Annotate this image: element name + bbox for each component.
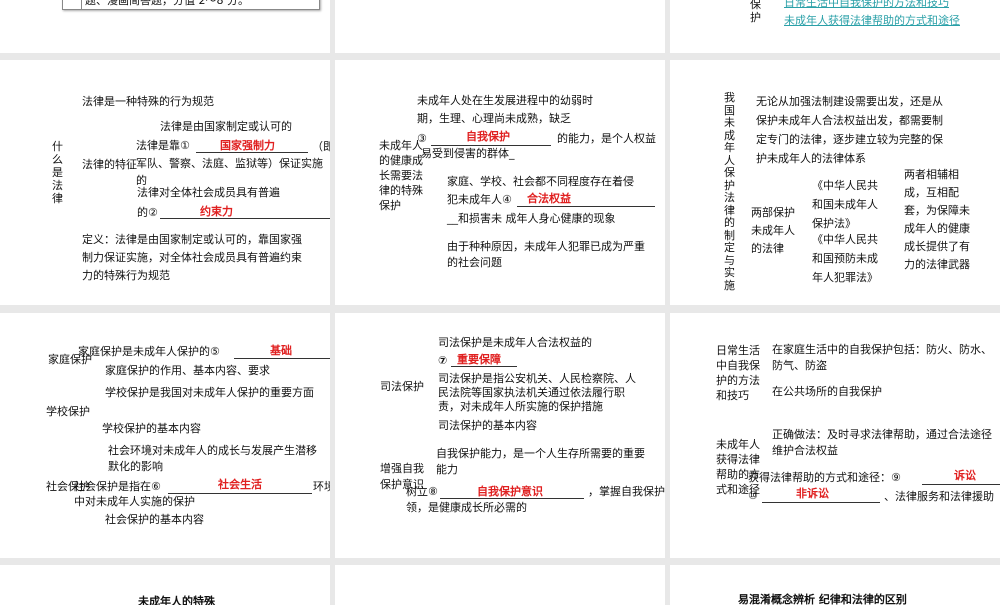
text-line: 法律对全体社会成员具有普遍: [137, 186, 280, 199]
text-line: __和损害未 成年人身心健康的现象: [447, 212, 616, 225]
slide-thumbnail[interactable]: [335, 0, 665, 53]
slide-thumbnail[interactable]: 家庭保护 家庭保护是未成年人保护的⑤ 基础 家庭保护的作用、基本内容、要求 学校…: [0, 313, 330, 558]
answer-blank: [762, 502, 880, 503]
answer-blank: [517, 206, 655, 207]
text-line: 环境: [313, 480, 330, 493]
text-line: 由于种种原因，未成年人犯罪已成为严重的社会问题: [447, 240, 645, 269]
text-line: 在公共场所的自我保护: [772, 385, 882, 398]
text-line: 学校保护是我国对未成年人保护的重要方面: [105, 386, 314, 399]
category-label: 学校保护: [46, 405, 90, 418]
answer-blank: [922, 484, 1000, 485]
text-line: 树立⑧: [406, 485, 438, 498]
answer-text: 合法权益: [527, 192, 571, 205]
slide-thumbnail[interactable]: 司法保护 司法保护是未成年人合法权益的 ⑦ 重要保障 司法保护是指公安机关、人民…: [335, 313, 665, 558]
category-label: 司法保护: [380, 380, 424, 393]
slide-thumbnail[interactable]: 我国未成年人保护法律的制定与实施 无论从加强法制建设需要出发，还是从保护未成年人…: [670, 60, 1000, 305]
text-line: ③: [417, 132, 427, 145]
text-line: 领，是健康成长所必需的: [406, 501, 527, 514]
slide-thumbnail[interactable]: 保护 日常生活中自我保护的方法和技巧 未成年人获得法律帮助的方式和途径: [670, 0, 1000, 53]
link-legal-help[interactable]: 未成年人获得法律帮助的方式和途径: [784, 12, 960, 28]
text-line: 易混淆概念辨析 纪律和法律的区别: [738, 593, 907, 605]
text-line: 家庭、学校、社会都不同程度存在着侵: [447, 175, 634, 188]
definition-text: 定义：法律是由国家制定或认可的，靠国家强制力保证实施，对全体社会成员具有普遍约束…: [82, 233, 302, 282]
slide-thumbnail[interactable]: 什么是法律 法律是一种特殊的行为规范 法律是由国家制定或认可的 法律的特征 法律…: [0, 60, 330, 305]
link-daily-self-protection[interactable]: 日常生活中自我保护的方法和技巧: [784, 0, 949, 10]
answer-text: 基础: [270, 344, 292, 357]
text-line: 司法保护是指公安机关、人民检察院、人民法院等国家执法机关通过依法履行职责，对未成…: [438, 372, 636, 413]
text-line: 司法保护的基本内容: [438, 419, 537, 432]
text-line: 法律是由国家制定或认可的: [160, 120, 292, 133]
text-line: ，掌握自我保护本: [588, 485, 665, 498]
text-block: 两者相辅相成，互相配套，为保障未成年人的健康成长提供了有力的法律武器: [904, 168, 970, 271]
slide-thumbnail[interactable]: [335, 565, 665, 605]
answer-blank: [234, 358, 330, 359]
slide-title-vertical: 什么是法律: [52, 140, 63, 205]
slide-thumbnail[interactable]: 题、漫画简答题，分值 2～8 分。: [0, 0, 330, 53]
intro-text: 无论从加强法制建设需要出发，还是从保护未成年人合法权益出发，都需要制定专门的法律…: [756, 95, 943, 165]
answer-text: 非诉讼: [796, 487, 829, 500]
slide-thumbnail[interactable]: 易混淆概念辨析 纪律和法律的区别: [670, 565, 1000, 605]
answer-text: 社会生活: [218, 478, 262, 491]
text-line: 易受到侵害的群体_: [421, 147, 515, 160]
text-line: 中对未成年人实施的保护: [74, 495, 195, 508]
text-line: 在家庭生活中的自我保护包括：防火、防水、防气、防盗: [772, 343, 992, 372]
text-line: 法律的特征: [82, 158, 137, 171]
text-line: 社会保护的基本内容: [105, 513, 204, 526]
side-label: 保护: [750, 0, 761, 24]
text-line: 的能力，是个人权益: [557, 132, 656, 145]
text-line: ⑩: [748, 489, 758, 502]
answer-text: 自我保护意识: [477, 485, 543, 498]
text-line: 社会环境对未成年人的成长与发展产生潜移默化的影响: [108, 444, 317, 473]
answer-text: 重要保障: [457, 353, 501, 366]
side-label: 我国未成年人保护法律的制定与实施: [724, 91, 735, 292]
answer-text: 诉讼: [954, 469, 976, 482]
text-line: 家庭保护是未成年人保护的⑤: [78, 345, 220, 358]
slide-thumbnail[interactable]: 未成年人的特殊: [0, 565, 330, 605]
text-line: 、法律服务和法律援助: [884, 490, 994, 503]
text-line: ⑦: [438, 354, 448, 367]
text-line: 学校保护的基本内容: [102, 422, 201, 435]
text-line: 获得法律帮助的方式和途径：⑨: [748, 471, 901, 484]
exam-info-text: 题、漫画简答题，分值 2～8 分。: [85, 0, 249, 7]
text-line: 法律是一种特殊的行为规范: [82, 95, 214, 108]
slide-thumbnail[interactable]: 日常生活中自我保护的方法和技巧 在家庭生活中的自我保护包括：防火、防水、防气、防…: [670, 313, 1000, 558]
law-name: 《中华人民共和国未成年人保护法》: [812, 179, 878, 230]
law-name: 《中华人民共和国预防未成年人犯罪法》: [812, 233, 878, 284]
text-line: 自我保护能力，是一个人生存所需要的重要能力: [436, 447, 645, 476]
text-line: 犯未成年人④: [447, 193, 512, 206]
text-line: （即军队、警察、法庭、监狱等）保证实施的: [136, 140, 330, 187]
text-line: 社会保护是指在⑥: [74, 480, 161, 493]
answer-text: 自我保护: [466, 130, 510, 143]
text-line: 的②: [137, 206, 158, 219]
text-line: 司法保护是未成年人合法权益的: [438, 336, 592, 349]
box-divider: [81, 0, 82, 9]
text-line: 期，生理、心理尚未成熟，缺乏: [417, 112, 571, 125]
category-label: 日常生活中自我保护的方法和技巧: [716, 344, 760, 402]
exam-info-box: 题、漫画简答题，分值 2～8 分。: [62, 0, 320, 10]
text-line: 正确做法：及时寻求法律帮助，通过合法途径维护合法权益: [772, 428, 992, 457]
slide-thumbnail[interactable]: 未成年人的健康成长需要法律的特殊保护 未成年人处在生发展进程中的幼弱时 期，生理…: [335, 60, 665, 305]
text-block: 两部保护未成年人的法律: [751, 206, 795, 255]
text-line: 家庭保护的作用、基本内容、要求: [105, 364, 270, 377]
answer-blank: [160, 218, 330, 219]
answer-text: 约束力: [200, 205, 233, 218]
text-line: 未成年人处在生发展进程中的幼弱时: [417, 94, 593, 107]
